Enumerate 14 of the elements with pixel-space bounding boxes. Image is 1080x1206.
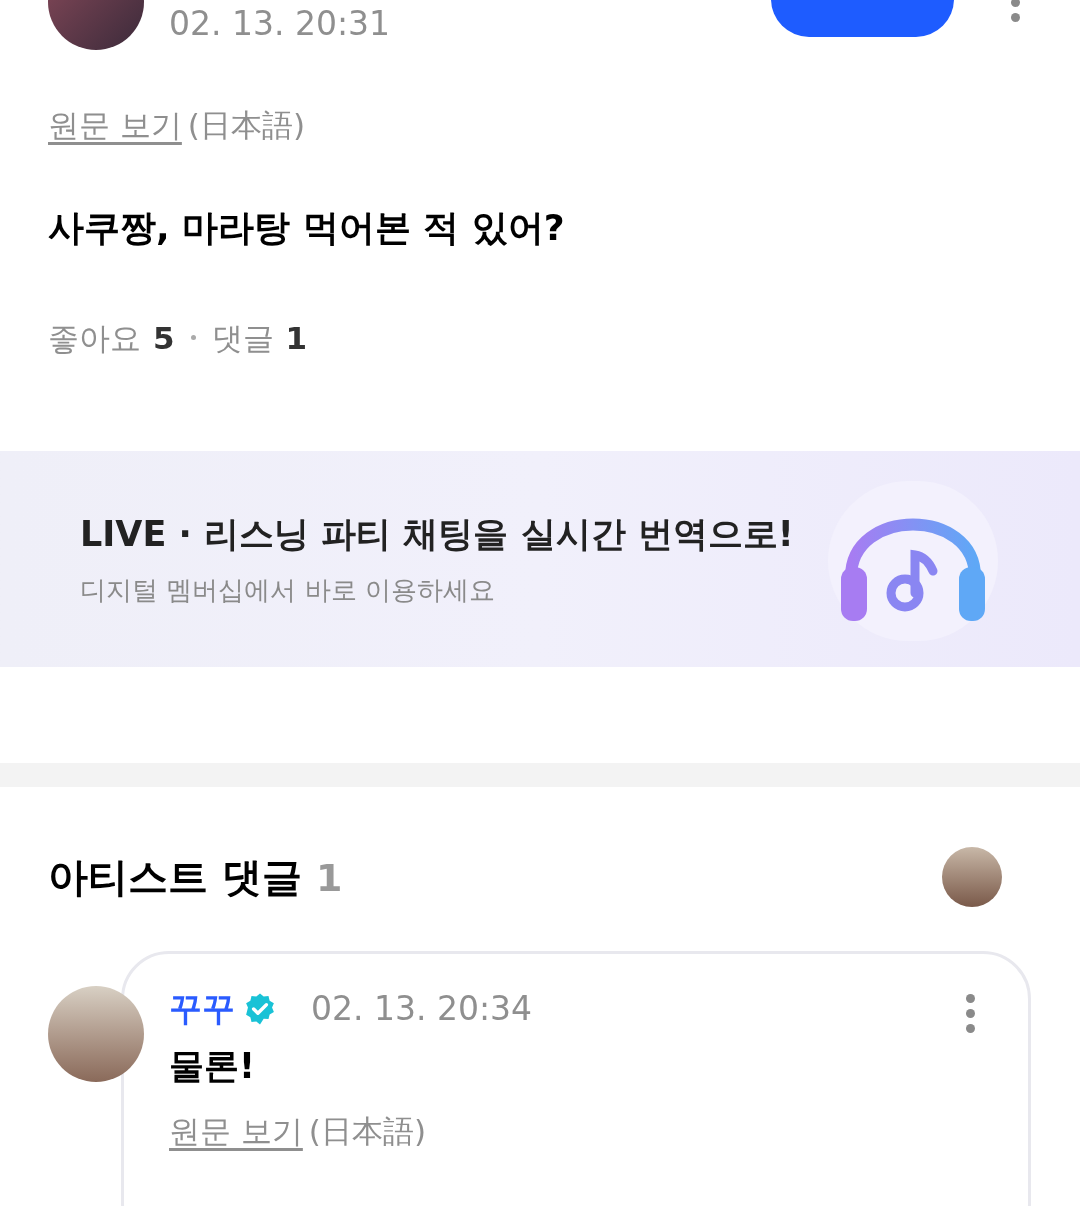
promo-banner[interactable]: LIVE · 리스닝 파티 채팅을 실시간 번역으로! 디지털 멤버십에서 바로 이용하세요: [0, 451, 1080, 667]
comment-date: 02. 13. 20:34: [311, 988, 533, 1030]
language-label: (日本語): [308, 1112, 427, 1151]
comment-text: 물론!: [169, 1044, 256, 1088]
section-title: 아티스트 댓글: [48, 853, 302, 902]
stat-label[interactable]: 좋아요 5: [48, 314, 175, 361]
banner-subtitle: 디지털 멤버십에서 바로 이용하세요: [80, 573, 496, 607]
language-label: (日本語): [187, 106, 306, 145]
post-text: 사쿠짱, 마라탕 먹어본 적 있어?: [48, 205, 566, 250]
comment-count: 1: [315, 855, 343, 902]
author-name[interactable]: 꾸꾸: [169, 984, 235, 1034]
post-date: 02. 13. 20:31: [169, 2, 391, 45]
stat-label[interactable]: 댓글 1: [211, 314, 308, 361]
banner-title: LIVE · 리스닝 파티 채팅을 실시간 번역으로!: [80, 513, 794, 557]
